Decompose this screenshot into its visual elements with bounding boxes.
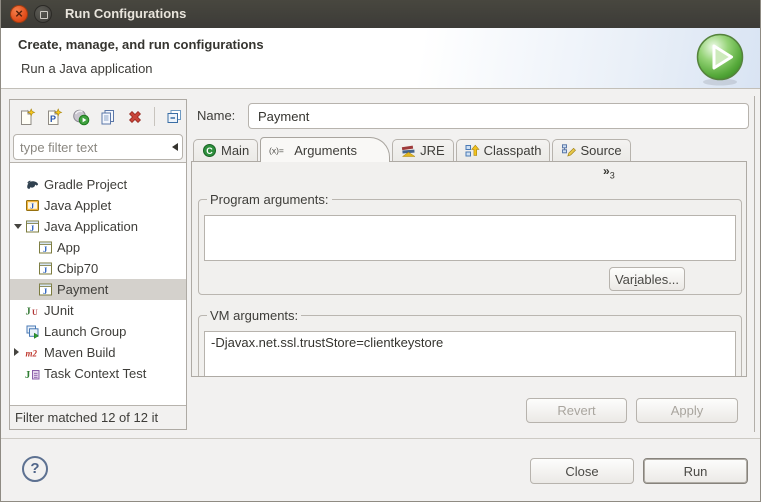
- tree-item-label: App: [57, 240, 80, 255]
- task-context-icon: J: [25, 366, 40, 381]
- tab-label: JRE: [420, 143, 445, 158]
- tree-item-label: JUnit: [44, 303, 74, 318]
- window-restore-icon[interactable]: [34, 5, 52, 23]
- classpath-tab-icon: [465, 143, 480, 158]
- java-application-icon: J: [38, 261, 53, 276]
- window-title: Run Configurations: [65, 0, 186, 27]
- help-icon[interactable]: ?: [22, 456, 48, 482]
- footer-separator: [1, 438, 760, 439]
- tree-item-label: Launch Group: [44, 324, 126, 339]
- tab-label: Classpath: [484, 143, 542, 158]
- expander-expanded-icon[interactable]: [14, 224, 22, 229]
- tree-item-java-application[interactable]: J Java Application: [10, 216, 186, 237]
- tree-item-label: Java Application: [44, 219, 138, 234]
- tab-main[interactable]: C Main: [193, 139, 258, 161]
- svg-text:(x)=: (x)=: [269, 145, 284, 155]
- junit-icon: J U: [25, 303, 40, 318]
- tree-item-gradle-project[interactable]: Gradle Project: [10, 174, 186, 195]
- main-tab-icon: C: [202, 143, 217, 158]
- program-arguments-input[interactable]: [204, 215, 736, 261]
- configuration-editor: Name: C Main (x)= Arguments: [191, 96, 755, 432]
- apply-button[interactable]: Apply: [636, 398, 738, 423]
- java-applet-icon: J: [25, 198, 40, 213]
- name-input[interactable]: [248, 103, 749, 129]
- java-application-icon: J: [38, 282, 53, 297]
- window-close-icon[interactable]: [10, 5, 28, 23]
- run-button[interactable]: Run: [643, 458, 748, 484]
- tree-item-label: Java Applet: [44, 198, 111, 213]
- tree-item-cbip70[interactable]: J Cbip70: [10, 258, 186, 279]
- expander-collapsed-icon[interactable]: [14, 348, 19, 356]
- tree-item-task-context-test[interactable]: J Task Context Test: [10, 363, 186, 384]
- new-launch-config-icon[interactable]: [18, 108, 36, 126]
- banner-title: Create, manage, and run configurations: [18, 37, 264, 52]
- vm-arguments-group: VM arguments:: [198, 308, 742, 377]
- arguments-tab-icon: (x)=: [269, 143, 290, 158]
- svg-text:U: U: [32, 308, 38, 317]
- svg-text:P: P: [50, 114, 56, 124]
- vm-arguments-label: VM arguments:: [207, 308, 301, 323]
- delete-icon[interactable]: [126, 108, 144, 126]
- filter-status: Filter matched 12 of 12 it: [15, 410, 185, 425]
- tab-source[interactable]: Source: [552, 139, 630, 161]
- tab-classpath[interactable]: Classpath: [456, 139, 551, 161]
- filter-input[interactable]: [14, 140, 172, 155]
- svg-text:J: J: [25, 370, 30, 381]
- jre-tab-icon: [401, 143, 416, 158]
- tree-item-label: Payment: [57, 282, 108, 297]
- editor-tabs: C Main (x)= Arguments JRE: [193, 137, 633, 162]
- tree-item-label: Task Context Test: [44, 366, 146, 381]
- maven-icon: m2: [25, 345, 40, 360]
- tab-overflow-indicator[interactable]: »3: [603, 164, 615, 180]
- arguments-tab-content: »3 Program arguments: Variables... VM ar…: [191, 161, 747, 377]
- tree-item-label: Cbip70: [57, 261, 98, 276]
- gradle-icon: [25, 177, 40, 192]
- program-arguments-label: Program arguments:: [207, 192, 332, 207]
- tree-item-maven-build[interactable]: m2 Maven Build: [10, 342, 186, 363]
- tree-item-payment[interactable]: J Payment: [10, 279, 186, 300]
- svg-text:J: J: [26, 307, 31, 318]
- launch-group-icon: [25, 324, 40, 339]
- tab-label: Source: [580, 143, 621, 158]
- titlebar[interactable]: Run Configurations: [1, 0, 760, 28]
- configurations-tree[interactable]: Gradle Project J Java Applet J Java Appl…: [10, 162, 186, 406]
- java-application-icon: J: [38, 240, 53, 255]
- program-arguments-group: Program arguments: Variables...: [198, 192, 742, 295]
- filter-cursor-icon: [172, 143, 178, 151]
- revert-button[interactable]: Revert: [526, 398, 627, 423]
- run-badge-icon: [692, 30, 748, 88]
- name-label: Name:: [197, 108, 235, 123]
- tab-label: Arguments: [294, 143, 357, 158]
- run-configurations-dialog: Run Configurations Create, manage, and r…: [0, 0, 761, 502]
- tree-item-junit[interactable]: J U JUnit: [10, 300, 186, 321]
- svg-text:m2: m2: [26, 349, 38, 359]
- tree-item-app[interactable]: J App: [10, 237, 186, 258]
- tab-label: Main: [221, 143, 249, 158]
- source-tab-icon: [561, 143, 576, 158]
- java-application-icon: J: [25, 219, 40, 234]
- banner-subtitle: Run a Java application: [21, 61, 153, 76]
- launch-toolbar: P: [10, 100, 186, 133]
- tree-item-java-applet[interactable]: J Java Applet: [10, 195, 186, 216]
- tab-arguments[interactable]: (x)= Arguments: [260, 137, 390, 162]
- toolbar-separator: [154, 107, 155, 126]
- svg-text:C: C: [206, 146, 213, 156]
- filter-box: [13, 134, 183, 160]
- tree-item-label: Gradle Project: [44, 177, 127, 192]
- tree-item-launch-group[interactable]: Launch Group: [10, 321, 186, 342]
- launch-prototype-icon[interactable]: [72, 108, 90, 126]
- close-button[interactable]: Close: [530, 458, 634, 484]
- collapse-all-icon[interactable]: [165, 108, 183, 126]
- configurations-panel: P: [9, 99, 187, 430]
- header-banner: Create, manage, and run configurations R…: [1, 28, 760, 89]
- program-variables-button[interactable]: Variables...: [609, 267, 685, 291]
- vm-arguments-input[interactable]: [204, 331, 736, 377]
- tab-jre[interactable]: JRE: [392, 139, 454, 161]
- new-prototype-icon[interactable]: P: [45, 108, 63, 126]
- svg-text:J: J: [30, 201, 34, 210]
- tree-item-label: Maven Build: [44, 345, 116, 360]
- duplicate-icon[interactable]: [99, 108, 117, 126]
